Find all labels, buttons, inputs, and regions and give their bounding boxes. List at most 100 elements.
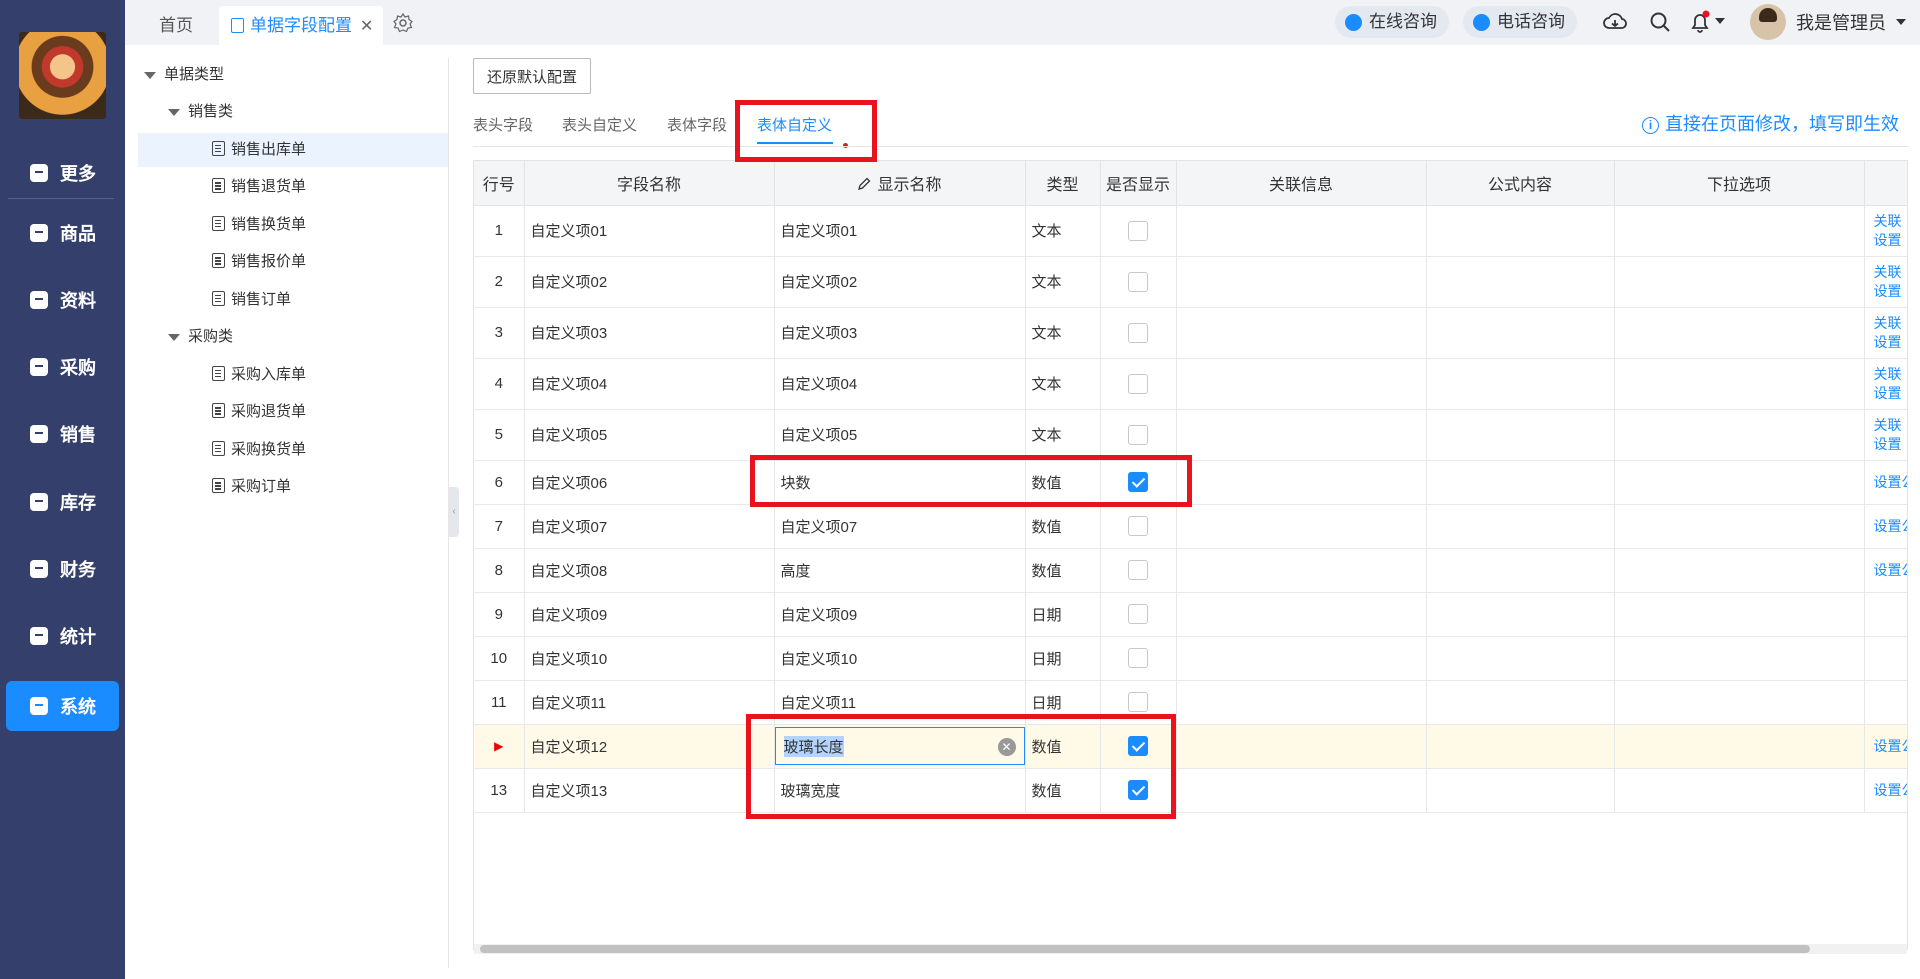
search-icon[interactable] — [1648, 10, 1672, 34]
sidebar-item-2[interactable]: 资料 — [6, 275, 119, 325]
action-link[interactable]: 关联 — [1874, 212, 1903, 231]
tab-body-custom[interactable]: 表体自定义 — [757, 114, 832, 135]
table-row[interactable]: 5 自定义项05 自定义项05 文本 关联 设置 — [474, 409, 1907, 461]
table-row[interactable]: 2 自定义项02 自定义项02 文本 关联 设置 — [474, 256, 1907, 308]
tab-body-fields[interactable]: 表体字段 — [667, 114, 727, 135]
clear-icon[interactable]: ✕ — [997, 738, 1016, 756]
tree-item[interactable]: 销售报价单 — [138, 245, 448, 279]
display-name-cell[interactable]: 自定义项05 — [774, 409, 1026, 461]
dropdown-cell[interactable] — [1614, 307, 1865, 359]
sidebar-item-0[interactable]: 更多 — [6, 148, 119, 198]
collapse-handle[interactable]: ‹ — [449, 487, 459, 537]
display-name-cell[interactable]: 自定义项09 — [774, 592, 1026, 637]
show-checkbox[interactable] — [1128, 780, 1148, 800]
gear-icon[interactable] — [393, 13, 413, 33]
display-name-cell[interactable]: 自定义项02 — [774, 256, 1026, 308]
relation-cell[interactable] — [1176, 636, 1427, 681]
table-row[interactable]: 8自定义项08高度数值 设置公 — [474, 548, 1907, 593]
close-icon[interactable]: ✕ — [360, 18, 373, 35]
online-consult-button[interactable]: 在线咨询 — [1335, 6, 1449, 38]
dropdown-cell[interactable] — [1614, 358, 1865, 410]
tree-item[interactable]: 采购订单 — [138, 470, 448, 504]
sidebar-item-3[interactable]: 采购 — [6, 342, 119, 392]
dropdown-cell[interactable] — [1614, 724, 1865, 769]
sidebar-item-1[interactable]: 商品 — [6, 208, 119, 258]
tab-home[interactable]: 首页 — [147, 6, 205, 45]
table-row[interactable]: 11 自定义项11 自定义项11 日期 — [474, 680, 1907, 725]
formula-cell[interactable] — [1426, 504, 1615, 549]
relation-cell[interactable] — [1176, 592, 1427, 637]
table-row[interactable]: 3 自定义项03 自定义项03 文本 关联 设置 — [474, 307, 1907, 359]
formula-cell[interactable] — [1426, 256, 1615, 308]
chevron-down-icon[interactable] — [1715, 18, 1725, 24]
tree-item[interactable]: 采购退货单 — [138, 395, 448, 429]
tree-item[interactable]: 销售换货单 — [138, 208, 448, 242]
tree-root[interactable]: 单据类型 — [144, 58, 224, 92]
action-link[interactable]: 关联 — [1874, 416, 1903, 435]
relation-cell[interactable] — [1176, 460, 1427, 505]
display-name-cell[interactable]: 自定义项07 — [774, 504, 1026, 549]
bell-icon[interactable] — [1688, 10, 1712, 34]
formula-cell[interactable] — [1426, 548, 1615, 593]
dropdown-cell[interactable] — [1614, 592, 1865, 637]
horizontal-scrollbar[interactable] — [474, 944, 1907, 954]
show-checkbox[interactable] — [1128, 604, 1148, 624]
tree-group[interactable]: 销售类 — [168, 95, 233, 129]
sidebar-item-5[interactable]: 库存 — [6, 477, 119, 527]
phone-consult-button[interactable]: 电话咨询 — [1463, 6, 1577, 38]
table-row[interactable]: 10 自定义项10 自定义项10 日期 — [474, 636, 1907, 681]
formula-cell[interactable] — [1426, 205, 1615, 257]
user-menu[interactable]: 我是管理员 — [1750, 4, 1906, 40]
show-checkbox[interactable] — [1128, 472, 1148, 492]
tree-item[interactable]: 采购入库单 — [138, 358, 448, 392]
dropdown-cell[interactable] — [1614, 636, 1865, 681]
tree-item[interactable]: 销售出库单 — [138, 132, 448, 167]
dropdown-cell[interactable] — [1614, 768, 1865, 813]
display-name-input[interactable]: 玻璃长度 ✕ — [774, 727, 1024, 765]
tab-header-custom[interactable]: 表头自定义 — [562, 114, 637, 135]
formula-cell[interactable] — [1426, 636, 1615, 681]
action-link[interactable]: 设置 — [1874, 231, 1903, 250]
show-checkbox[interactable] — [1128, 424, 1148, 445]
dropdown-cell[interactable] — [1614, 680, 1865, 725]
action-link[interactable]: 设置 — [1874, 333, 1903, 352]
sidebar-item-6[interactable]: 财务 — [6, 544, 119, 594]
relation-cell[interactable] — [1176, 358, 1427, 410]
display-name-cell[interactable]: 块数 — [774, 460, 1026, 505]
show-checkbox[interactable] — [1128, 220, 1148, 241]
show-checkbox[interactable] — [1128, 271, 1148, 292]
display-name-cell[interactable]: 玻璃长度 ✕ — [774, 724, 1026, 769]
tree-item[interactable]: 销售订单 — [138, 283, 448, 317]
action-link[interactable]: 设置公 — [1874, 737, 1908, 756]
show-checkbox[interactable] — [1128, 373, 1148, 394]
relation-cell[interactable] — [1176, 680, 1427, 725]
relation-cell[interactable] — [1176, 256, 1427, 308]
dropdown-cell[interactable] — [1614, 504, 1865, 549]
table-row[interactable]: 4 自定义项04 自定义项04 文本 关联 设置 — [474, 358, 1907, 410]
scrollbar-thumb[interactable] — [480, 945, 1810, 953]
dropdown-cell[interactable] — [1614, 548, 1865, 593]
show-checkbox[interactable] — [1128, 736, 1148, 756]
sidebar-item-7[interactable]: 统计 — [6, 611, 119, 661]
show-checkbox[interactable] — [1128, 692, 1148, 712]
table-row[interactable]: ▶自定义项12 玻璃长度 ✕ 数值 设置公 — [474, 724, 1908, 769]
dropdown-cell[interactable] — [1614, 409, 1865, 461]
tree-group[interactable]: 采购类 — [168, 320, 233, 354]
restore-default-button[interactable]: 还原默认配置 — [473, 58, 591, 94]
display-name-cell[interactable]: 自定义项03 — [774, 307, 1026, 359]
action-link[interactable]: 设置 — [1874, 384, 1903, 403]
show-checkbox[interactable] — [1128, 648, 1148, 668]
sidebar-item-8[interactable]: 系统 — [6, 681, 119, 731]
relation-cell[interactable] — [1176, 409, 1427, 461]
formula-cell[interactable] — [1426, 358, 1615, 410]
display-name-cell[interactable]: 高度 — [774, 548, 1026, 593]
table-row[interactable]: 13自定义项13玻璃宽度数值 设置公 — [474, 768, 1908, 813]
relation-cell[interactable] — [1176, 504, 1427, 549]
display-name-cell[interactable]: 自定义项04 — [774, 358, 1026, 410]
action-link[interactable]: 设置公 — [1874, 473, 1908, 492]
action-link[interactable]: 设置公 — [1874, 781, 1908, 800]
show-checkbox[interactable] — [1128, 322, 1148, 343]
dropdown-cell[interactable] — [1614, 205, 1865, 257]
display-name-cell[interactable]: 玻璃宽度 — [774, 768, 1026, 813]
tab-header-fields[interactable]: 表头字段 — [473, 114, 533, 135]
